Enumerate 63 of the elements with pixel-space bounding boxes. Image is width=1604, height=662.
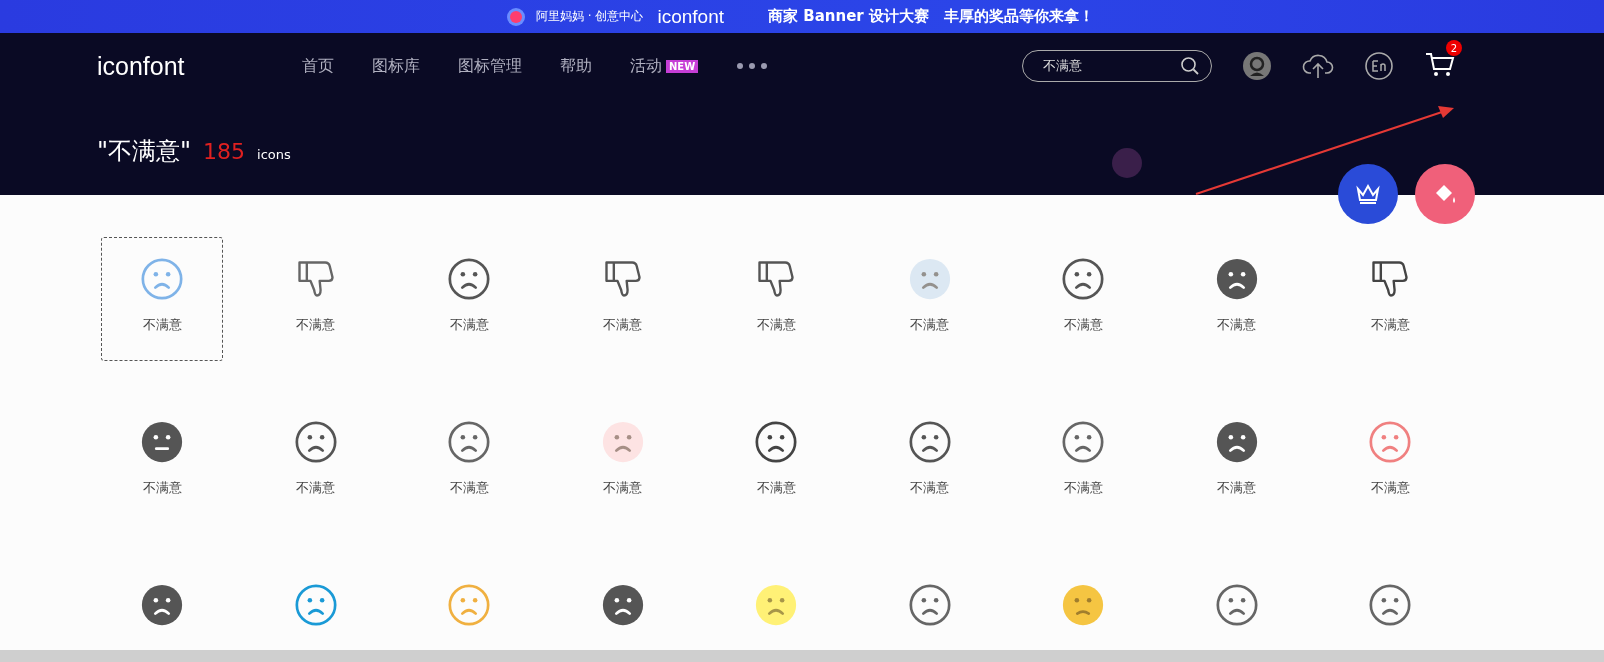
result-unit: icons	[257, 147, 291, 162]
icon-label: 不满意	[1217, 479, 1256, 497]
new-badge: NEW	[666, 59, 699, 73]
icon-label: 不满意	[756, 316, 796, 334]
icon-tile[interactable]: 不满意	[101, 400, 223, 524]
icon-tile[interactable]: 不满意	[561, 400, 684, 524]
icon-tile[interactable]: 不满意	[561, 237, 684, 361]
icon-label: 不满意	[1063, 479, 1103, 497]
icon-tile[interactable]: 不满意	[1329, 400, 1451, 524]
nav-link[interactable]: 活动 NEW	[630, 55, 699, 77]
promo-banner[interactable]: 阿里妈妈 · 创意中心 iconfont 商家 Banner 设计大赛 丰厚的奖品等你来拿！	[0, 0, 1604, 33]
icon-tile[interactable]: 不满意	[868, 400, 991, 524]
icon-tile[interactable]: 不满意	[408, 400, 530, 524]
icon-label: 不满意	[296, 316, 335, 334]
crown-icon	[1355, 183, 1381, 205]
icon-label: 不满意	[1217, 316, 1256, 334]
crown-button[interactable]	[1338, 164, 1398, 224]
nav-link[interactable]: 首页	[302, 55, 334, 77]
banner-text: 商家 Banner 设计大赛 丰厚的奖品等你来拿！	[768, 7, 1094, 26]
icon-tile[interactable]: 不满意	[715, 400, 837, 524]
decorative-dot	[1112, 148, 1142, 178]
icon-label: 不满意	[910, 479, 949, 497]
icon-label: 不满意	[756, 479, 796, 497]
site-logo[interactable]: iconfont	[97, 51, 302, 81]
icon-label: 不满意	[1370, 316, 1410, 334]
icon-label: 不满意	[910, 316, 949, 334]
cart-count-badge: 2	[1446, 40, 1462, 56]
icon-label: 不满意	[142, 316, 182, 334]
more-icon[interactable]	[736, 62, 769, 70]
icon-label: 不满意	[603, 479, 642, 497]
icon-label: 不满意	[1063, 316, 1103, 334]
icon-label: 不满意	[296, 479, 335, 497]
icon-tile[interactable]: 不满意	[1022, 400, 1144, 524]
icon-tile[interactable]: 不满意	[254, 237, 377, 361]
scrollbar-track[interactable]	[0, 650, 1604, 662]
search-query: "不满意"	[97, 136, 192, 167]
icon-tile[interactable]: 不满意	[408, 237, 530, 361]
nav-link[interactable]: 图标库	[372, 55, 420, 77]
banner-logo: iconfont	[657, 5, 725, 28]
language-icon[interactable]	[1364, 51, 1394, 81]
paint-button[interactable]	[1415, 164, 1475, 224]
icon-tile[interactable]: 不满意	[868, 237, 991, 361]
icon-tile[interactable]: 不满意	[254, 400, 377, 524]
avatar-icon[interactable]	[1242, 51, 1272, 81]
sparkle-icon	[510, 10, 523, 23]
icon-tile[interactable]: 不满意	[101, 237, 223, 361]
search-icon[interactable]	[1180, 56, 1200, 76]
icon-tile[interactable]: 不满意	[1329, 237, 1451, 361]
search-field[interactable]: 不满意	[1022, 50, 1212, 82]
icon-label: 不满意	[1370, 479, 1410, 497]
icon-tile[interactable]: 不满意	[1022, 237, 1144, 361]
icon-label: 不满意	[449, 479, 489, 497]
icon-tile[interactable]: 不满意	[715, 237, 837, 361]
result-count: 185	[203, 139, 246, 164]
icon-label: 不满意	[142, 479, 182, 497]
icon-label: 不满意	[603, 316, 642, 334]
nav-link[interactable]: 帮助	[560, 55, 592, 77]
nav-link[interactable]: 图标管理	[458, 55, 522, 77]
icon-tile[interactable]: 不满意	[1175, 400, 1298, 524]
cart-icon[interactable]	[1424, 50, 1456, 78]
banner-brand: 阿里妈妈 · 创意中心	[536, 8, 644, 25]
icon-label: 不满意	[449, 316, 489, 334]
icon-tile[interactable]: 不满意	[1175, 237, 1298, 361]
